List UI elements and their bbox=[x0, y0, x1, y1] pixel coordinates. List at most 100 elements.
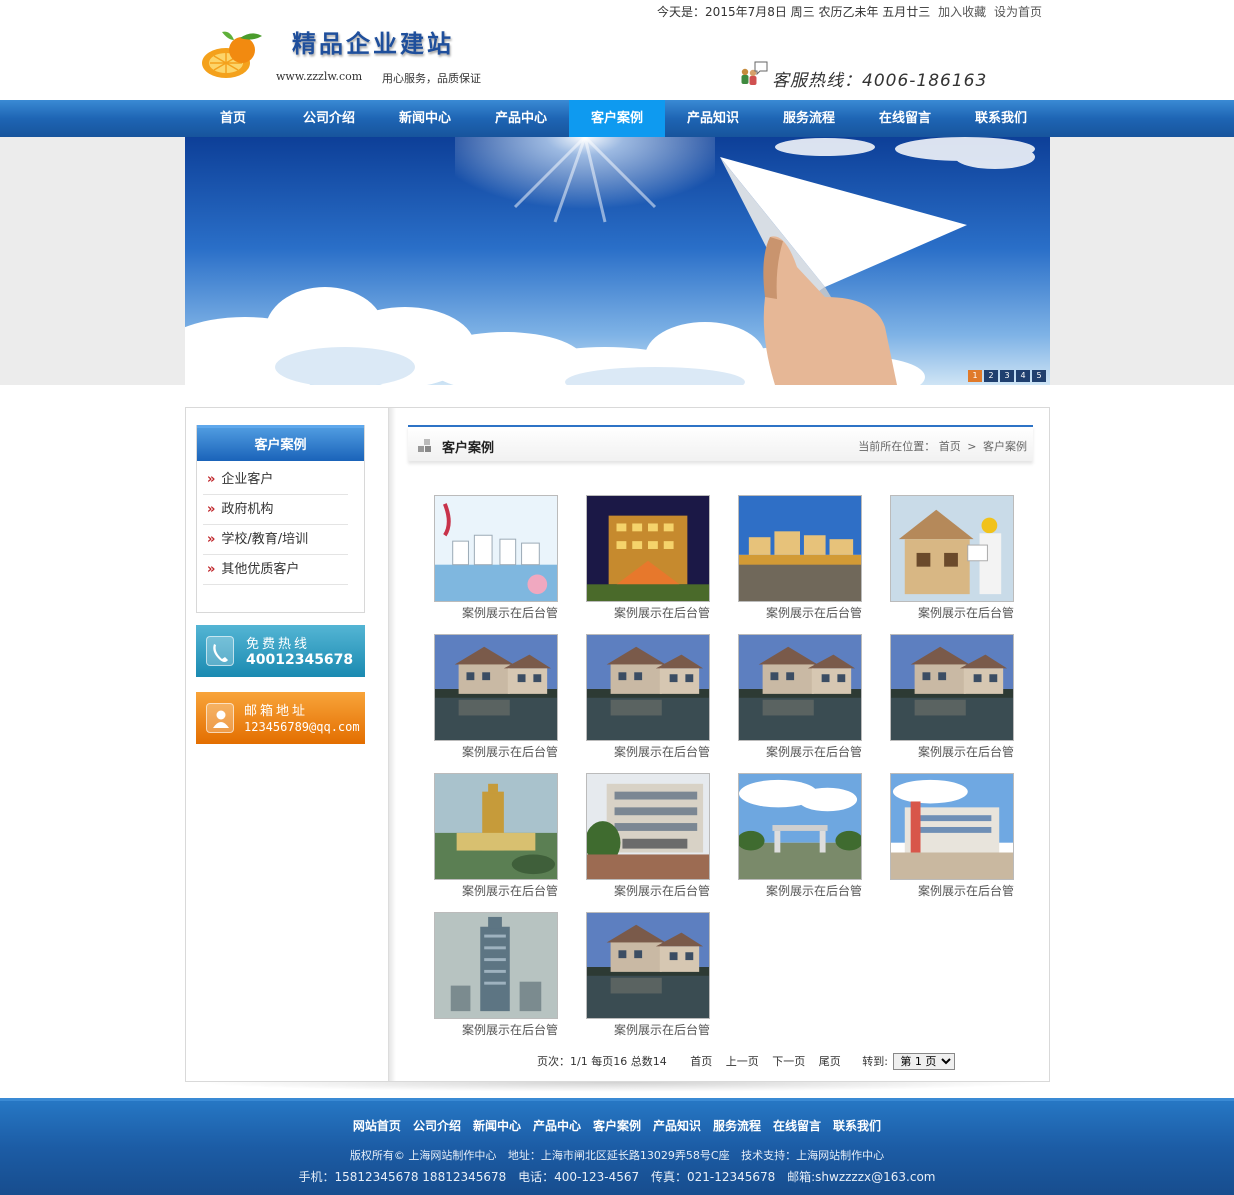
case-item[interactable]: 案例展示在后台管 bbox=[738, 773, 862, 908]
sidebar-item[interactable]: » 政府机构 bbox=[203, 495, 348, 525]
double-chevron-icon: » bbox=[207, 502, 216, 517]
case-thumbnail[interactable] bbox=[586, 773, 710, 880]
logo-slogan: 用心服务，品质保证 bbox=[382, 72, 481, 85]
case-caption[interactable]: 案例展示在后台管 bbox=[434, 1021, 558, 1038]
case-image bbox=[435, 774, 557, 879]
case-item[interactable]: 案例展示在后台管 bbox=[434, 634, 558, 769]
case-item[interactable]: 案例展示在后台管 bbox=[890, 773, 1014, 908]
footer: 网站首页 公司介绍 新闻中心 产品中心 客户案例 产品知识 服务流程 在线留言 联系我们 版权所… bbox=[0, 1098, 1234, 1195]
case-thumbnail[interactable] bbox=[434, 773, 558, 880]
slide-dot-5[interactable]: 5 bbox=[1032, 370, 1046, 382]
slide-dot-4[interactable]: 4 bbox=[1016, 370, 1030, 382]
case-caption[interactable]: 案例展示在后台管 bbox=[586, 743, 710, 760]
slide-dot-1[interactable]: 1 bbox=[968, 370, 982, 382]
sidebar-item[interactable]: » 企业客户 bbox=[203, 465, 348, 495]
footer-address: 地址：上海市闸北区延长路13029弄58号C座 bbox=[507, 1149, 730, 1162]
case-thumbnail[interactable] bbox=[738, 495, 862, 602]
case-caption[interactable]: 案例展示在后台管 bbox=[586, 1021, 710, 1038]
case-caption[interactable]: 案例展示在后台管 bbox=[890, 743, 1014, 760]
footer-link[interactable]: 网站首页 bbox=[353, 1119, 401, 1133]
footer-link[interactable]: 服务流程 bbox=[713, 1119, 761, 1133]
footer-info-line: 版权所有© 上海网站制作中心 地址：上海市闸北区延长路13029弄58号C座 技… bbox=[0, 1147, 1234, 1163]
footer-link[interactable]: 公司介绍 bbox=[413, 1119, 461, 1133]
prev-page-link[interactable]: 上一页 bbox=[726, 1055, 759, 1068]
case-item[interactable]: 案例展示在后台管 bbox=[434, 495, 558, 630]
page-select[interactable]: 第 1 页 bbox=[893, 1053, 956, 1070]
case-thumbnail[interactable] bbox=[434, 495, 558, 602]
case-thumbnail[interactable] bbox=[586, 634, 710, 741]
sidebar-item[interactable]: » 学校/教育/培训 bbox=[203, 525, 348, 555]
first-page-link[interactable]: 首页 bbox=[690, 1055, 712, 1068]
case-caption[interactable]: 案例展示在后台管 bbox=[738, 604, 862, 621]
case-thumbnail[interactable] bbox=[434, 634, 558, 741]
add-bookmark-link[interactable]: 加入收藏 bbox=[938, 5, 986, 19]
banner-slideshow[interactable]: 12345 bbox=[185, 137, 1050, 385]
case-image bbox=[891, 496, 1013, 601]
last-page-link[interactable]: 尾页 bbox=[819, 1055, 841, 1068]
nav-item-1[interactable]: 公司介绍 bbox=[281, 100, 377, 137]
case-item[interactable]: 案例展示在后台管 bbox=[890, 495, 1014, 630]
hotline-card-title: 免费热线 bbox=[246, 637, 311, 652]
nav-item-5[interactable]: 产品知识 bbox=[665, 100, 761, 137]
footer-link[interactable]: 产品中心 bbox=[533, 1119, 581, 1133]
nav-item-0[interactable]: 首页 bbox=[185, 100, 281, 137]
slide-dot-2[interactable]: 2 bbox=[984, 370, 998, 382]
pagination: 页次：1/1 每页16 总数14 首页 上一页 下一页 尾页 转到: 第 1 页 bbox=[537, 1053, 956, 1070]
user-icon bbox=[206, 703, 234, 733]
nav-item-3[interactable]: 产品中心 bbox=[473, 100, 569, 137]
case-caption[interactable]: 案例展示在后台管 bbox=[586, 604, 710, 621]
breadcrumb-current-link[interactable]: 客户案例 bbox=[983, 440, 1027, 453]
case-item[interactable]: 案例展示在后台管 bbox=[890, 634, 1014, 769]
nav-item-7[interactable]: 在线留言 bbox=[857, 100, 953, 137]
case-image bbox=[435, 635, 557, 740]
nav-item-2[interactable]: 新闻中心 bbox=[377, 100, 473, 137]
case-caption[interactable]: 案例展示在后台管 bbox=[434, 604, 558, 621]
sidebar-item[interactable]: » 其他优质客户 bbox=[203, 555, 348, 585]
next-page-link[interactable]: 下一页 bbox=[772, 1055, 805, 1068]
set-homepage-link[interactable]: 设为首页 bbox=[994, 5, 1042, 19]
case-item[interactable]: 案例展示在后台管 bbox=[434, 773, 558, 908]
case-thumbnail[interactable] bbox=[586, 912, 710, 1019]
column-divider bbox=[388, 408, 396, 1081]
case-item[interactable]: 案例展示在后台管 bbox=[586, 495, 710, 630]
case-caption[interactable]: 案例展示在后台管 bbox=[586, 882, 710, 899]
nav-item-4[interactable]: 客户案例 bbox=[569, 100, 665, 137]
case-caption[interactable]: 案例展示在后台管 bbox=[434, 882, 558, 899]
footer-link[interactable]: 新闻中心 bbox=[473, 1119, 521, 1133]
nav-item-6[interactable]: 服务流程 bbox=[761, 100, 857, 137]
nav-item-8[interactable]: 联系我们 bbox=[953, 100, 1049, 137]
footer-link[interactable]: 产品知识 bbox=[653, 1119, 701, 1133]
case-image bbox=[587, 774, 709, 879]
double-chevron-icon: » bbox=[207, 532, 216, 547]
main-nav-bar: 首页 公司介绍 新闻中心 产品中心 客户案例 产品知识 服务流程 在线留言 联系我们 bbox=[0, 100, 1234, 137]
email-card-title: 邮箱地址 bbox=[244, 704, 309, 719]
case-item[interactable]: 案例展示在后台管 bbox=[586, 912, 710, 1047]
email-card-value: 123456789@qq.com bbox=[244, 720, 360, 734]
case-item[interactable]: 案例展示在后台管 bbox=[738, 634, 862, 769]
case-thumbnail[interactable] bbox=[890, 634, 1014, 741]
case-thumbnail[interactable] bbox=[586, 495, 710, 602]
footer-link[interactable]: 联系我们 bbox=[833, 1119, 881, 1133]
case-item[interactable]: 案例展示在后台管 bbox=[586, 634, 710, 769]
case-caption[interactable]: 案例展示在后台管 bbox=[738, 743, 862, 760]
case-thumbnail[interactable] bbox=[738, 634, 862, 741]
slide-dot-3[interactable]: 3 bbox=[1000, 370, 1014, 382]
case-caption[interactable]: 案例展示在后台管 bbox=[890, 882, 1014, 899]
footer-link[interactable]: 客户案例 bbox=[593, 1119, 641, 1133]
frame-shadow bbox=[190, 1082, 1045, 1092]
footer-link[interactable]: 在线留言 bbox=[773, 1119, 821, 1133]
case-thumbnail[interactable] bbox=[890, 495, 1014, 602]
case-caption[interactable]: 案例展示在后台管 bbox=[434, 743, 558, 760]
case-thumbnail[interactable] bbox=[890, 773, 1014, 880]
case-caption[interactable]: 案例展示在后台管 bbox=[890, 604, 1014, 621]
case-caption[interactable]: 案例展示在后台管 bbox=[738, 882, 862, 899]
case-image bbox=[587, 913, 709, 1018]
orange-logo-icon bbox=[202, 31, 262, 78]
case-image bbox=[587, 496, 709, 601]
breadcrumb-home-link[interactable]: 首页 bbox=[939, 440, 961, 453]
case-thumbnail[interactable] bbox=[738, 773, 862, 880]
case-item[interactable]: 案例展示在后台管 bbox=[434, 912, 558, 1047]
case-item[interactable]: 案例展示在后台管 bbox=[586, 773, 710, 908]
case-thumbnail[interactable] bbox=[434, 912, 558, 1019]
case-item[interactable]: 案例展示在后台管 bbox=[738, 495, 862, 630]
